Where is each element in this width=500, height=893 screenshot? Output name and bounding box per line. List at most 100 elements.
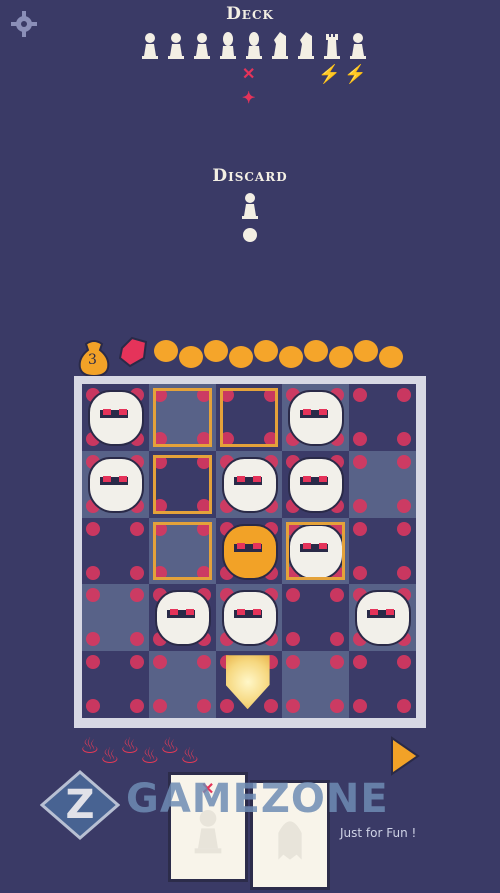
gem-icon[interactable] bbox=[118, 336, 150, 368]
board-cell[interactable] bbox=[148, 384, 216, 451]
board-cell[interactable] bbox=[148, 517, 216, 585]
threat-mark-icon bbox=[152, 432, 167, 446]
threat-mark-icon bbox=[353, 454, 368, 469]
flame-icon: ♨ bbox=[120, 734, 140, 759]
coin-count: 3 bbox=[88, 352, 97, 368]
threat-mark-icon bbox=[330, 699, 345, 714]
board-cell[interactable] bbox=[349, 384, 416, 451]
threat-mark-icon bbox=[130, 699, 144, 714]
discard-pile[interactable] bbox=[240, 190, 260, 245]
white-beast-enemy-icon[interactable] bbox=[355, 590, 412, 647]
watermark-brand: GAMEZONE bbox=[126, 776, 389, 822]
threat-mark-icon bbox=[152, 521, 167, 536]
horned-knight-enemy-icon[interactable] bbox=[221, 456, 278, 513]
enemy-face-part bbox=[236, 609, 245, 616]
board-cell[interactable] bbox=[349, 450, 416, 518]
threat-mark-icon bbox=[86, 588, 100, 603]
board-cell[interactable] bbox=[349, 517, 416, 585]
enemy-face-part bbox=[252, 542, 261, 549]
enemy-face-part bbox=[303, 542, 312, 549]
threat-mark-icon bbox=[263, 699, 278, 714]
coin-icon bbox=[279, 346, 303, 368]
threat-mark-icon bbox=[219, 388, 234, 402]
enemy-face-part bbox=[103, 475, 111, 482]
threat-mark-icon bbox=[330, 565, 345, 580]
enemy-face-part bbox=[252, 609, 261, 616]
goblin-enemy-icon[interactable] bbox=[88, 456, 144, 513]
red-skull-enemy-icon[interactable] bbox=[88, 390, 144, 446]
threat-mark-icon bbox=[286, 655, 301, 670]
threat-mark-icon bbox=[152, 655, 167, 670]
threat-mark-icon bbox=[219, 432, 234, 446]
threat-mark-icon bbox=[353, 521, 368, 536]
threat-mark-icon bbox=[219, 699, 234, 714]
coin-icon bbox=[179, 346, 203, 368]
board-cell[interactable] bbox=[215, 517, 283, 585]
threat-mark-icon bbox=[130, 521, 144, 536]
board-cell[interactable] bbox=[282, 517, 350, 585]
enemy-face-part bbox=[303, 409, 312, 415]
knight-helmet-enemy-icon[interactable] bbox=[154, 590, 211, 647]
board-cell[interactable] bbox=[282, 651, 350, 718]
threat-mark-icon bbox=[152, 388, 167, 402]
threat-mark-icon bbox=[196, 655, 211, 670]
coin-icon bbox=[254, 340, 278, 362]
pawn-piece-icon bbox=[240, 193, 260, 224]
threat-mark-icon bbox=[196, 432, 211, 446]
threat-mark-icon bbox=[330, 588, 345, 603]
board-cell[interactable] bbox=[215, 450, 283, 518]
furry-beast-enemy-icon[interactable] bbox=[288, 523, 345, 580]
discard-token-icon bbox=[243, 228, 257, 242]
board-cell[interactable] bbox=[148, 651, 216, 718]
board-cell[interactable] bbox=[215, 384, 283, 451]
threat-mark-icon bbox=[152, 454, 167, 469]
enemy-face-part bbox=[236, 475, 245, 482]
board-cell[interactable] bbox=[82, 450, 149, 518]
threat-mark-icon bbox=[130, 565, 144, 580]
board-cell[interactable] bbox=[215, 584, 283, 652]
board-cell[interactable] bbox=[349, 584, 416, 652]
board-cell[interactable] bbox=[282, 584, 350, 652]
board-cell[interactable] bbox=[148, 584, 216, 652]
board-cell[interactable] bbox=[82, 384, 149, 451]
threat-mark-icon bbox=[353, 432, 368, 446]
threat-mark-icon bbox=[353, 565, 368, 580]
robot-enemy-icon[interactable] bbox=[288, 456, 345, 513]
svg-text:Z: Z bbox=[65, 782, 94, 828]
flame-icon: ♨ bbox=[180, 744, 200, 769]
board-cell[interactable] bbox=[148, 450, 216, 518]
threat-mark-icon bbox=[397, 498, 412, 513]
threat-mark-icon bbox=[397, 655, 412, 670]
threat-mark-icon bbox=[196, 699, 211, 714]
visor-helmet-enemy-icon[interactable] bbox=[221, 590, 278, 647]
threat-mark-icon bbox=[86, 632, 100, 647]
helmet-enemy-icon[interactable] bbox=[288, 390, 345, 446]
threat-mark-icon bbox=[86, 565, 100, 580]
threat-mark-icon bbox=[353, 388, 368, 402]
board-cell[interactable] bbox=[282, 384, 350, 451]
board-grid[interactable] bbox=[82, 384, 416, 718]
threat-mark-icon bbox=[86, 699, 100, 714]
enemy-face-part bbox=[303, 475, 312, 482]
threat-mark-icon bbox=[330, 632, 345, 647]
threat-mark-icon bbox=[86, 521, 100, 536]
enemy-face-part bbox=[252, 475, 261, 482]
coin-icon bbox=[229, 346, 253, 368]
threat-mark-icon bbox=[86, 655, 100, 670]
board-cell[interactable] bbox=[82, 517, 149, 585]
threat-mark-icon bbox=[330, 655, 345, 670]
board-cell[interactable] bbox=[215, 651, 283, 718]
board-cell[interactable] bbox=[82, 651, 149, 718]
threat-mark-icon bbox=[130, 588, 144, 603]
gold-king-enemy-icon[interactable] bbox=[221, 523, 278, 580]
board-cell[interactable] bbox=[282, 450, 350, 518]
board-cell[interactable] bbox=[349, 651, 416, 718]
threat-mark-icon bbox=[286, 588, 301, 603]
enemy-face-part bbox=[119, 409, 127, 415]
bolt-icon: ⚡ bbox=[318, 64, 341, 85]
enemy-face-part bbox=[386, 609, 395, 616]
threat-mark-icon bbox=[130, 655, 144, 670]
board-cell[interactable] bbox=[82, 584, 149, 652]
game-board[interactable] bbox=[74, 376, 426, 728]
threat-mark-icon bbox=[330, 521, 345, 536]
